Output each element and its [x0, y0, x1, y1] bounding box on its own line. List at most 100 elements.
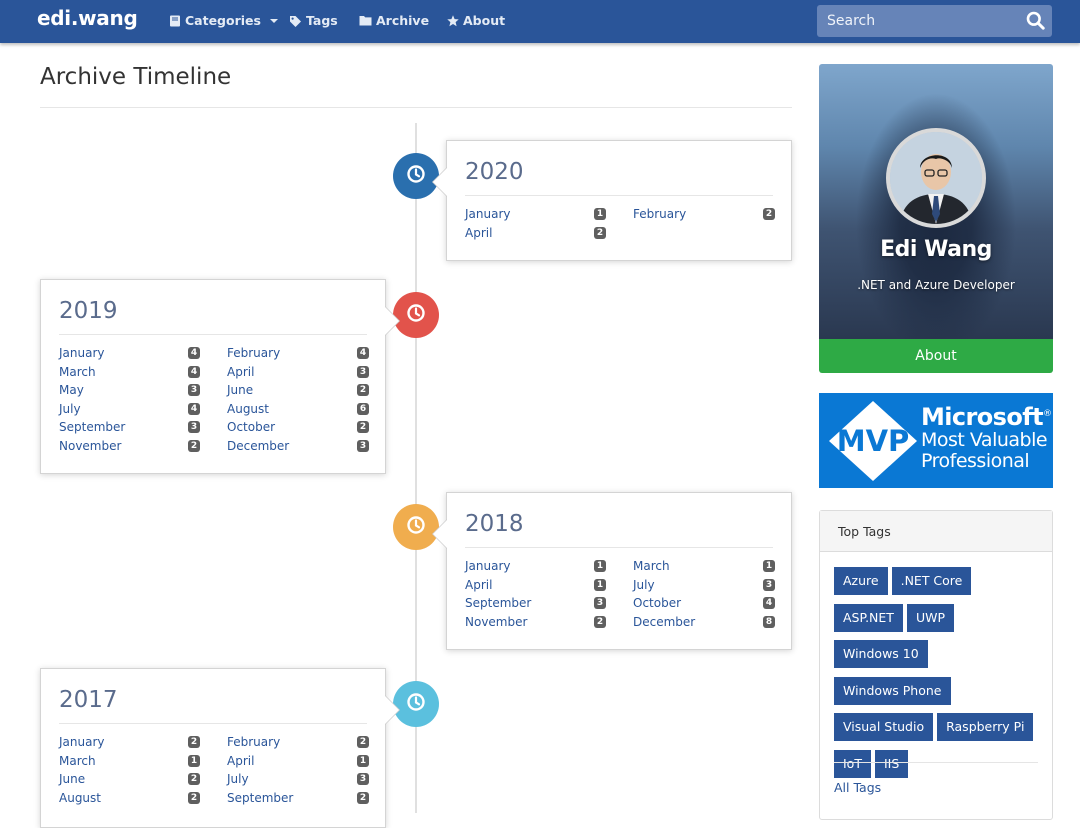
month-label: May [59, 383, 84, 398]
avatar [886, 128, 986, 228]
post-count-badge: 2 [188, 773, 200, 786]
month-label: December [633, 614, 696, 629]
month-label: March [59, 753, 96, 768]
post-count-badge: 3 [357, 773, 369, 786]
profile-name: Edi Wang [880, 237, 992, 262]
all-tags-divider [834, 762, 1038, 763]
post-count-badge: 2 [188, 736, 200, 748]
month-label: July [59, 401, 81, 416]
post-count-badge: 2 [763, 208, 775, 220]
tag-iis[interactable]: IIS [874, 749, 909, 778]
year-panel-2017: 2017 January 2 February 2 March 1 April 1 Ju… [40, 668, 400, 828]
month-label: November [59, 438, 122, 453]
chevron-down-icon [269, 18, 278, 23]
month-label: June [227, 383, 254, 398]
post-count-badge: 4 [188, 347, 200, 359]
clock-icon [406, 164, 426, 188]
post-count-badge: 1 [357, 754, 369, 767]
post-count-badge: 2 [188, 791, 200, 804]
year-divider [465, 195, 773, 196]
month-label: February [227, 346, 281, 360]
mvp-banner[interactable]: MVP Microsoft® Most Valuable Professiona… [819, 393, 1053, 488]
tag-net-core[interactable]: .NET Core [891, 567, 972, 595]
month-label: October [227, 420, 276, 435]
page-title: Archive Timeline [40, 64, 232, 90]
mvp-badge-text: MVP [837, 424, 910, 458]
month-label: August [59, 790, 101, 805]
year-divider [465, 547, 773, 548]
nav-tags-label: Tags [306, 13, 338, 28]
month-label: April [465, 225, 493, 240]
tag-uwp[interactable]: UWP [906, 603, 954, 632]
post-count-badge: 3 [357, 365, 369, 378]
nav-tags[interactable]: Tags [289, 13, 338, 28]
post-count-badge: 3 [357, 439, 369, 452]
nav-archive-label: Archive [376, 13, 430, 28]
post-count-badge: 1 [594, 560, 606, 572]
month-label: March [633, 559, 670, 573]
month-label: July [227, 772, 249, 787]
post-count-badge: 2 [594, 226, 606, 239]
post-count-badge: 2 [357, 791, 369, 804]
post-count-badge: 2 [357, 384, 369, 397]
month-label: June [59, 772, 86, 787]
tag-raspberry-pi[interactable]: Raspberry Pi [937, 713, 1034, 741]
mvp-line-1: Microsoft® [921, 403, 1052, 431]
post-count-badge: 8 [763, 615, 775, 628]
year-divider [59, 723, 367, 724]
nav-about[interactable]: About [447, 13, 505, 28]
top-tags-card: Top Tags Azure .NET Core ASP.NET UWP Windows… [819, 510, 1053, 820]
tag-azure[interactable]: Azure [834, 567, 888, 595]
year-panel-2018: 2018 January 1 March 1 April 1 July 3 Septem… [432, 492, 792, 650]
year-panel-2019: 2019 January 4 February 4 March 4 April 3 Ma… [40, 279, 400, 474]
month-label: December [227, 438, 290, 453]
post-count-badge: 2 [594, 615, 606, 628]
mvp-microsoft: Microsoft [921, 403, 1044, 431]
post-count-badge: 3 [188, 421, 200, 434]
search-icon[interactable] [1026, 11, 1045, 34]
tag-icon [289, 15, 302, 27]
tag-iot[interactable]: IoT [834, 749, 871, 778]
search-box [817, 5, 1052, 37]
tag-visual-studio[interactable]: Visual Studio [834, 713, 934, 741]
month-label: April [465, 577, 493, 592]
tag-cloud: Azure .NET Core ASP.NET UWP Windows 10 Window… [834, 567, 1044, 786]
registered-mark: ® [1042, 409, 1052, 419]
month-label: January [59, 735, 105, 749]
month-label: February [227, 735, 281, 749]
post-count-badge: 3 [594, 597, 606, 610]
search-input[interactable] [817, 5, 1017, 37]
site-brand[interactable]: edi.wang [37, 6, 138, 30]
top-tags-heading: Top Tags [820, 511, 1052, 552]
top-navbar: edi.wang Categories Tags Archive About [0, 0, 1080, 43]
all-tags-link[interactable]: All Tags [834, 780, 881, 795]
tag-asp-net[interactable]: ASP.NET [834, 603, 903, 632]
post-count-badge: 3 [763, 578, 775, 591]
post-count-badge: 4 [188, 402, 200, 415]
month-label: September [227, 790, 294, 805]
year-heading: 2018 [465, 511, 524, 537]
post-count-badge: 6 [357, 402, 369, 415]
post-count-badge: 1 [594, 208, 606, 220]
tag-windows-10[interactable]: Windows 10 [834, 640, 928, 668]
month-label: September [59, 420, 126, 435]
about-button[interactable]: About [819, 339, 1053, 373]
post-count-badge: 1 [594, 578, 606, 591]
month-label: January [59, 346, 105, 360]
month-label: September [465, 596, 532, 611]
mvp-line-2: Most Valuable [921, 429, 1048, 451]
clock-icon [406, 515, 426, 539]
tag-windows-phone[interactable]: Windows Phone [834, 676, 951, 705]
profile-card: Edi Wang .NET and Azure Developer [819, 64, 1053, 339]
month-label: August [227, 401, 269, 416]
mvp-text: Microsoft® Most Valuable Professional [921, 403, 1052, 472]
year-panel-2020: 2020 January 1 February 2 April 2 [432, 140, 792, 261]
nav-categories[interactable]: Categories [169, 13, 278, 28]
folder-icon [359, 15, 372, 26]
mvp-diamond-logo: MVP [829, 401, 917, 481]
post-count-badge: 2 [357, 421, 369, 434]
post-count-badge: 3 [188, 384, 200, 397]
mvp-line-3: Professional [921, 450, 1030, 472]
month-label: July [633, 577, 655, 592]
nav-archive[interactable]: Archive [359, 13, 429, 28]
